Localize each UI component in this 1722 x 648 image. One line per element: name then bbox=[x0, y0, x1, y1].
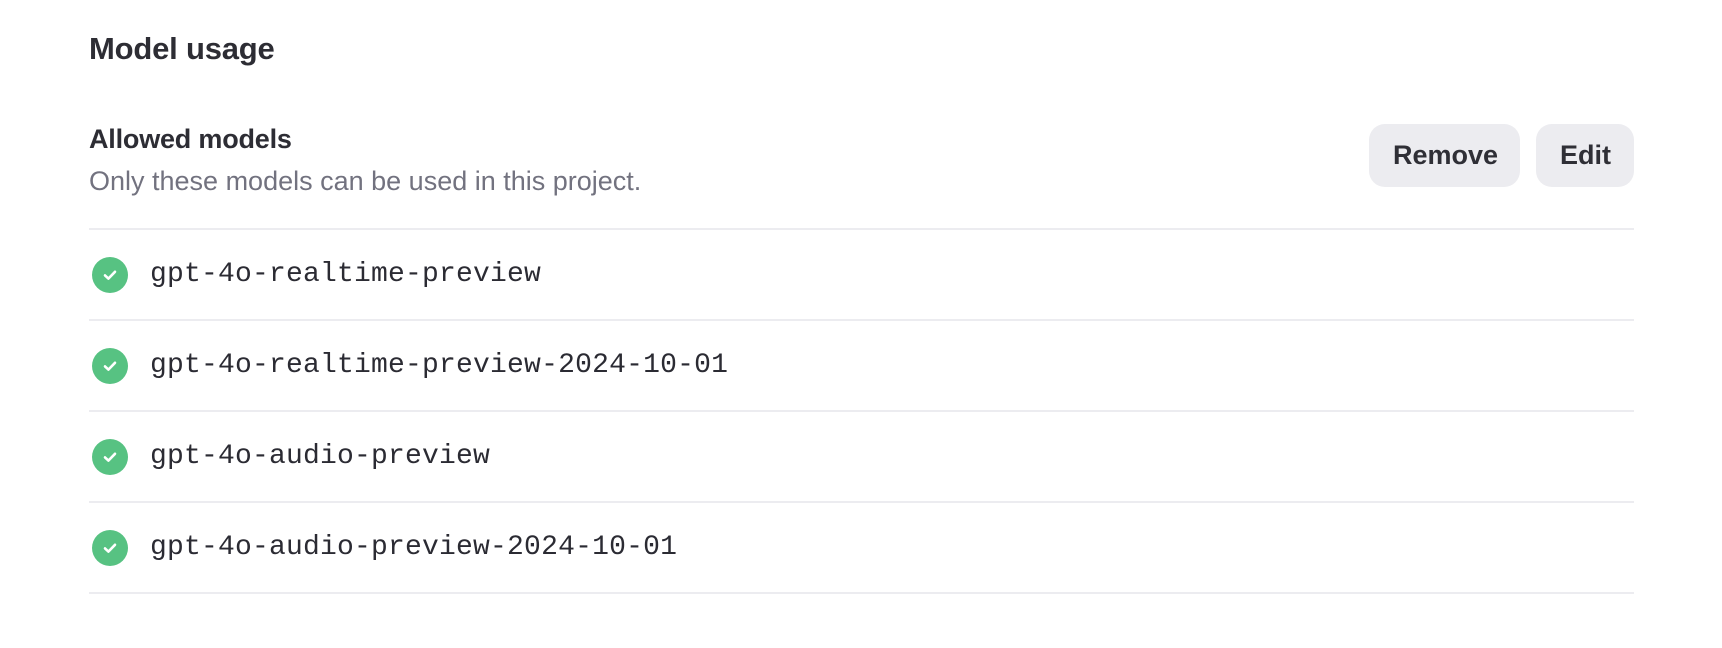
list-item: gpt-4o-audio-preview-2024-10-01 bbox=[89, 503, 1634, 595]
list-item: gpt-4o-realtime-preview bbox=[89, 230, 1634, 322]
model-usage-section: Model usage Allowed models Only these mo… bbox=[89, 30, 1634, 595]
list-item: gpt-4o-realtime-preview-2024-10-01 bbox=[89, 321, 1634, 413]
model-name: gpt-4o-audio-preview bbox=[150, 441, 491, 473]
check-circle-icon bbox=[92, 529, 128, 566]
check-circle-icon bbox=[92, 256, 128, 293]
model-name: gpt-4o-realtime-preview-2024-10-01 bbox=[150, 350, 729, 382]
allowed-models-list: gpt-4o-realtime-preview gpt-4o-realtime-… bbox=[89, 230, 1634, 595]
remove-button[interactable]: Remove bbox=[1369, 124, 1520, 188]
allowed-models-actions: Remove Edit bbox=[1369, 124, 1634, 188]
edit-button[interactable]: Edit bbox=[1536, 124, 1634, 188]
check-circle-icon bbox=[92, 438, 128, 475]
check-circle-icon bbox=[92, 347, 128, 384]
page-title: Model usage bbox=[89, 31, 275, 66]
page: Model usage Allowed models Only these mo… bbox=[0, 0, 1722, 648]
model-name: gpt-4o-audio-preview-2024-10-01 bbox=[150, 532, 678, 564]
model-name: gpt-4o-realtime-preview bbox=[150, 259, 542, 291]
allowed-models-header: Allowed models Only these models can be … bbox=[89, 123, 1634, 231]
list-item: gpt-4o-audio-preview bbox=[89, 412, 1634, 504]
